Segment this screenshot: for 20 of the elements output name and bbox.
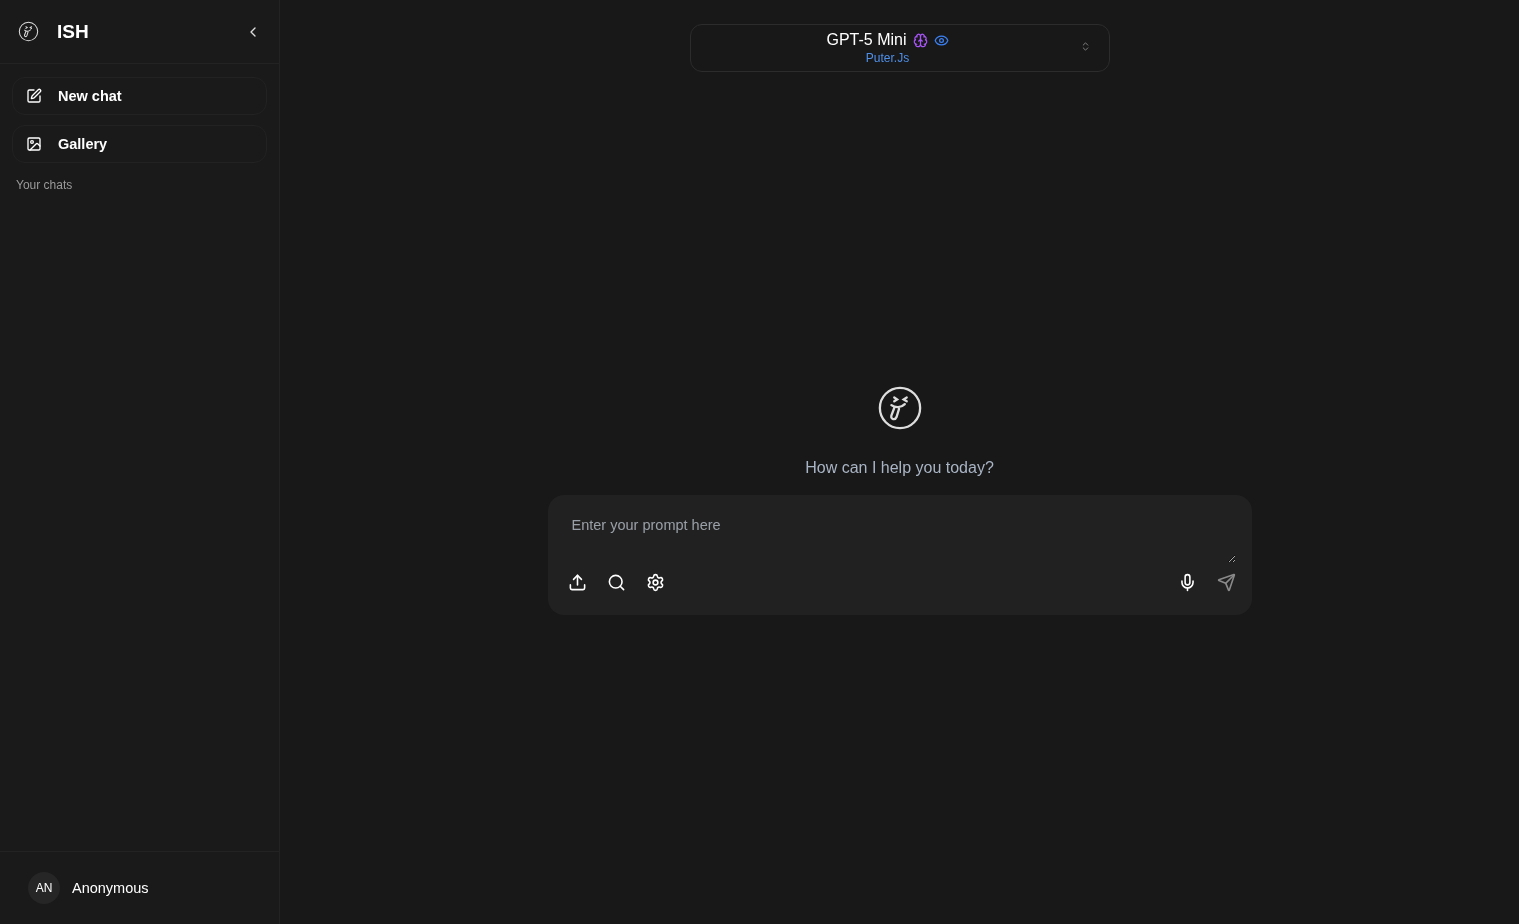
brain-icon: [912, 32, 928, 48]
pencil-square-icon: [26, 88, 42, 104]
search-button[interactable]: [606, 573, 626, 592]
sidebar-item[interactable]: Gallery: [12, 125, 267, 163]
sidebar-item[interactable]: New chat: [12, 77, 267, 115]
user-avatar: AN: [28, 872, 60, 904]
upload-button[interactable]: [567, 573, 587, 592]
app-name: ISH: [57, 20, 90, 43]
prompt-field[interactable]: Enter your prompt here: [547, 495, 1252, 615]
settings-button[interactable]: [645, 573, 665, 592]
greeting-text: How can I help you today?: [805, 459, 994, 477]
user-name: Anonymous: [72, 880, 149, 896]
eye-icon: [933, 32, 949, 48]
smiley-logo-icon: [18, 21, 39, 42]
image-icon: [26, 136, 42, 152]
smiley-logo-icon: [876, 385, 923, 431]
model-provider: Puter.Js: [865, 51, 910, 65]
section-label: Your chats: [15, 177, 74, 192]
model-selector[interactable]: GPT-5 Mini Puter.Js: [689, 24, 1110, 72]
model-name: GPT-5 Mini: [826, 31, 907, 49]
